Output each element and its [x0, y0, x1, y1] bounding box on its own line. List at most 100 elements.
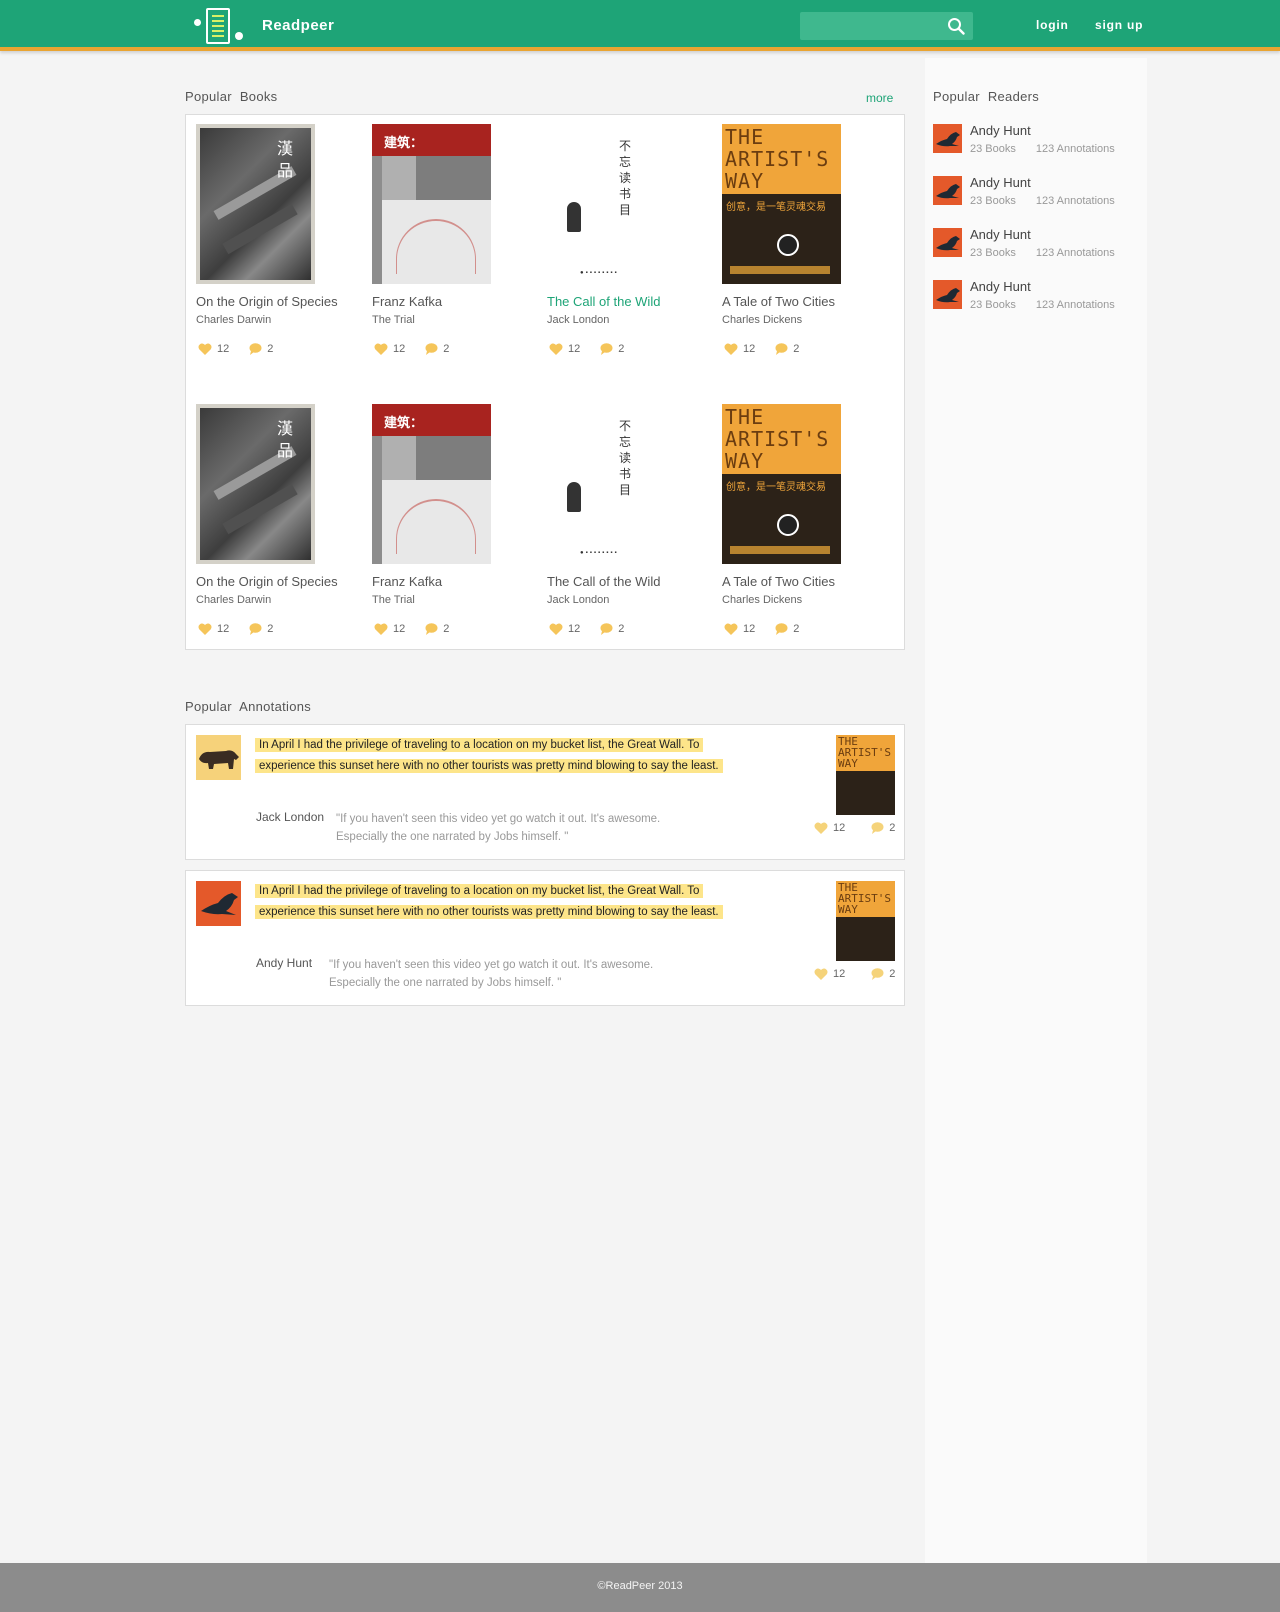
- annotation-user[interactable]: Andy Hunt: [256, 956, 312, 970]
- book-stats: 12 2: [724, 343, 819, 355]
- book-stats: 12 2: [374, 623, 469, 635]
- seal-avatar[interactable]: [933, 124, 962, 153]
- heart-icon: [198, 623, 212, 635]
- comment-bubble-icon: [249, 343, 262, 355]
- book-author: The Trial: [372, 594, 415, 606]
- book-cover[interactable]: THE ARTIST'S WAY 创意，是一笔灵魂交易: [722, 124, 841, 284]
- book-stats: 12 2: [724, 623, 819, 635]
- seal-avatar[interactable]: [933, 176, 962, 205]
- readpeer-logo-icon[interactable]: [194, 7, 243, 45]
- reader-name[interactable]: Andy Hunt: [970, 279, 1031, 294]
- reader-item[interactable]: Andy Hunt 23 Books 123 Annotations: [933, 227, 1143, 268]
- annotation-card: In April I had the privilege of travelin…: [185, 724, 905, 860]
- comment-count[interactable]: 2: [425, 343, 449, 355]
- book-title[interactable]: A Tale of Two Cities: [722, 574, 835, 589]
- comment-count[interactable]: 2: [425, 623, 449, 635]
- book-stats: 12 2: [374, 343, 469, 355]
- comment-count[interactable]: 2: [249, 623, 273, 635]
- comment-count[interactable]: 2: [871, 822, 895, 834]
- reader-name[interactable]: Andy Hunt: [970, 123, 1031, 138]
- comment-bubble-icon: [871, 968, 884, 980]
- bear-avatar[interactable]: [196, 735, 241, 780]
- heart-icon: [814, 968, 828, 980]
- like-count[interactable]: 12: [549, 343, 580, 355]
- like-count[interactable]: 12: [549, 623, 580, 635]
- heart-icon: [724, 623, 738, 635]
- popular-readers-title: Popular Readers: [933, 89, 1040, 104]
- like-count[interactable]: 12: [814, 822, 845, 834]
- heart-icon: [198, 343, 212, 355]
- reader-name[interactable]: Andy Hunt: [970, 227, 1031, 242]
- book-cover[interactable]: 不忘读书目 ●▪▪▪▪▪▪▪▪: [547, 124, 666, 284]
- book-stats: 12 2: [198, 343, 293, 355]
- logo-dot: [235, 32, 243, 40]
- book-title[interactable]: The Call of the Wild: [547, 574, 660, 589]
- like-count[interactable]: 12: [198, 343, 229, 355]
- like-count[interactable]: 12: [724, 623, 755, 635]
- book-cover[interactable]: 漢品: [196, 404, 315, 564]
- comment-count[interactable]: 2: [775, 343, 799, 355]
- search-input[interactable]: [800, 12, 940, 40]
- like-count[interactable]: 12: [374, 623, 405, 635]
- signup-link[interactable]: sign up: [1095, 18, 1143, 32]
- comment-count[interactable]: 2: [249, 343, 273, 355]
- annotation-user[interactable]: Jack London: [256, 810, 324, 824]
- book-title[interactable]: On the Origin of Species: [196, 574, 338, 589]
- annotation-book-thumbnail[interactable]: THE ARTIST'S WAY: [836, 881, 895, 961]
- annotation-comment: "If you haven't seen this video yet go w…: [329, 959, 654, 989]
- book-cover[interactable]: 建筑：: [372, 404, 491, 564]
- book-author: The Trial: [372, 314, 415, 326]
- search-icon[interactable]: [947, 17, 965, 35]
- seal-avatar[interactable]: [933, 280, 962, 309]
- more-books-link[interactable]: more: [866, 91, 893, 105]
- book-title[interactable]: A Tale of Two Cities: [722, 294, 835, 309]
- heart-icon: [374, 623, 388, 635]
- comment-bubble-icon: [249, 623, 262, 635]
- book-cover[interactable]: 不忘读书目 ●▪▪▪▪▪▪▪▪: [547, 404, 666, 564]
- annotation-quote[interactable]: In April I had the privilege of travelin…: [255, 735, 725, 776]
- heart-icon: [549, 343, 563, 355]
- book-cover[interactable]: 建筑：: [372, 124, 491, 284]
- book-author: Charles Darwin: [196, 594, 272, 606]
- like-count[interactable]: 12: [814, 968, 845, 980]
- brand-name[interactable]: Readpeer: [262, 17, 334, 34]
- book-title[interactable]: The Call of the Wild: [547, 294, 660, 309]
- heart-icon: [549, 623, 563, 635]
- comment-bubble-icon: [775, 343, 788, 355]
- comment-bubble-icon: [600, 343, 613, 355]
- reader-item[interactable]: Andy Hunt 23 Books 123 Annotations: [933, 279, 1143, 320]
- login-link[interactable]: login: [1036, 18, 1069, 32]
- seal-avatar[interactable]: [196, 881, 241, 926]
- popular-annotations-title: Popular Annotations: [185, 699, 312, 714]
- book-title[interactable]: Franz Kafka: [372, 574, 442, 589]
- reader-item[interactable]: Andy Hunt 23 Books 123 Annotations: [933, 175, 1143, 216]
- book-author: Jack London: [547, 594, 610, 606]
- seal-avatar[interactable]: [933, 228, 962, 257]
- book-author: Charles Dickens: [722, 594, 803, 606]
- annotation-book-thumbnail[interactable]: THE ARTIST'S WAY: [836, 735, 895, 815]
- comment-count[interactable]: 2: [775, 623, 799, 635]
- heart-icon: [374, 343, 388, 355]
- book-stats: 12 2: [198, 623, 293, 635]
- book-stats: 12 2: [549, 343, 644, 355]
- comment-count[interactable]: 2: [600, 343, 624, 355]
- book-cover[interactable]: 漢品: [196, 124, 315, 284]
- reader-name[interactable]: Andy Hunt: [970, 175, 1031, 190]
- annotation-quote[interactable]: In April I had the privilege of travelin…: [255, 881, 725, 922]
- reader-item[interactable]: Andy Hunt 23 Books 123 Annotations: [933, 123, 1143, 164]
- popular-books-panel: 漢品 On the Origin of Species Charles Darw…: [185, 114, 905, 650]
- annotation-stats: 12 2: [814, 968, 921, 980]
- like-count[interactable]: 12: [724, 343, 755, 355]
- copyright-text: ©ReadPeer 2013: [597, 1580, 683, 1592]
- like-count[interactable]: 12: [198, 623, 229, 635]
- book-title[interactable]: Franz Kafka: [372, 294, 442, 309]
- book-cover[interactable]: THE ARTIST'S WAY 创意，是一笔灵魂交易: [722, 404, 841, 564]
- search-box[interactable]: [800, 12, 973, 40]
- reader-stats: 23 Books 123 Annotations: [970, 143, 1115, 155]
- comment-count[interactable]: 2: [871, 968, 895, 980]
- like-count[interactable]: 12: [374, 343, 405, 355]
- book-title[interactable]: On the Origin of Species: [196, 294, 338, 309]
- comment-count[interactable]: 2: [600, 623, 624, 635]
- comment-bubble-icon: [871, 822, 884, 834]
- reader-stats: 23 Books 123 Annotations: [970, 195, 1115, 207]
